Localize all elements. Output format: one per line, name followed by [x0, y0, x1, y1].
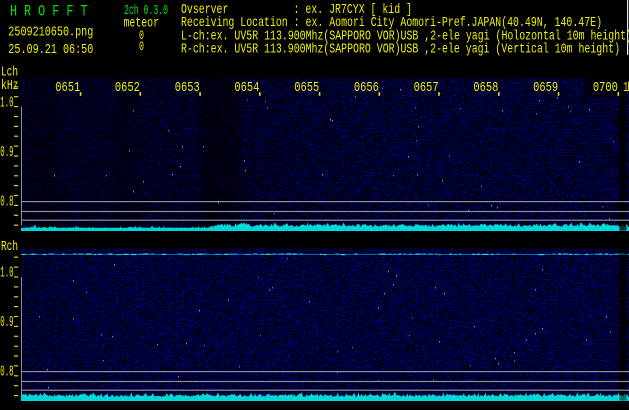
svg-text:0652: 0652 — [115, 80, 140, 96]
svg-text:0656: 0656 — [354, 80, 379, 96]
svg-text:0.9: 0.9 — [0, 314, 13, 331]
svg-text:R-ch:ex. UV5R 113.900Mhz(SAPPO: R-ch:ex. UV5R 113.900Mhz(SAPPORO VOR)USB… — [181, 41, 620, 57]
svg-text:Rch: Rch — [1, 239, 18, 255]
svg-text:25.09.21 06:50: 25.09.21 06:50 — [8, 42, 93, 58]
svg-text:2509210650.png: 2509210650.png — [8, 24, 93, 40]
svg-text:0: 0 — [139, 39, 144, 54]
svg-text:0651: 0651 — [55, 80, 80, 96]
svg-text:0.8: 0.8 — [0, 364, 13, 381]
svg-text:kHz: kHz — [1, 78, 19, 94]
svg-text:0659: 0659 — [533, 80, 558, 96]
svg-text:0654: 0654 — [234, 80, 259, 96]
svg-text:0653: 0653 — [175, 80, 200, 96]
svg-text:0658: 0658 — [473, 80, 498, 96]
svg-text:0700: 0700 — [593, 80, 618, 96]
svg-text:H R O F F T: H R O F F T — [10, 2, 88, 20]
svg-text:0655: 0655 — [294, 80, 319, 96]
svg-text:1: 1 — [623, 80, 628, 96]
svg-text:1.0: 1.0 — [0, 265, 13, 282]
svg-text:0657: 0657 — [414, 80, 439, 96]
svg-text:1.0: 1.0 — [0, 95, 13, 112]
svg-text:0.9: 0.9 — [0, 144, 13, 161]
svg-text:0.8: 0.8 — [0, 194, 13, 211]
